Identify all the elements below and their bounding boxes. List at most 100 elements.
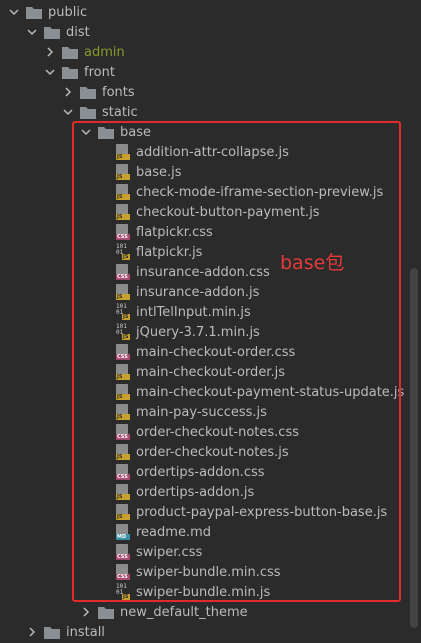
file-item[interactable]: 101 01 JS swiper-bundle.min.js [0, 582, 421, 602]
file-item[interactable]: JS addition-attr-collapse.js [0, 142, 421, 162]
css-file-icon: CSS [116, 344, 130, 360]
js-file-icon: JS [116, 444, 130, 460]
tree-item-new-default-theme[interactable]: new_default_theme [0, 602, 421, 622]
tree-item-label: new_default_theme [120, 604, 248, 620]
file-name: swiper-bundle.min.css [136, 564, 281, 580]
file-item[interactable]: JS product-paypal-express-button-base.js [0, 502, 421, 522]
tree-item-label: install [66, 624, 105, 640]
file-item[interactable]: JS ordertips-addon.js [0, 482, 421, 502]
file-item[interactable]: MD readme.md [0, 522, 421, 542]
file-item[interactable]: CSS swiper-bundle.min.css [0, 562, 421, 582]
scrollbar[interactable] [410, 268, 418, 628]
file-name: main-checkout-order.js [136, 364, 285, 380]
file-name: swiper.css [136, 544, 203, 560]
tree-item-static[interactable]: static [0, 102, 421, 122]
file-name: main-checkout-order.css [136, 344, 296, 360]
js-file-icon: JS [116, 484, 130, 500]
tree-item-public[interactable]: public [0, 2, 421, 22]
folder-icon [62, 65, 78, 79]
css-file-icon: CSS [116, 544, 130, 560]
file-name: insurance-addon.js [136, 284, 260, 300]
js-file-icon: JS [116, 164, 130, 180]
binary-js-file-icon: 101 01 JS [116, 303, 130, 320]
file-item[interactable]: JS main-checkout-payment-status-update.js [0, 382, 421, 402]
file-name: order-checkout-notes.js [136, 444, 289, 460]
file-name: flatpickr.js [136, 244, 203, 260]
tree-item-dist[interactable]: dist [0, 22, 421, 42]
tree-item-fonts[interactable]: fonts [0, 82, 421, 102]
file-name: ordertips-addon.css [136, 464, 265, 480]
file-name: addition-attr-collapse.js [136, 144, 289, 160]
file-name: flatpickr.css [136, 224, 213, 240]
tree-item-label: dist [66, 24, 90, 40]
tree-item-label: admin [84, 44, 125, 60]
tree-item-label: fonts [102, 84, 135, 100]
file-item[interactable]: JS base.js [0, 162, 421, 182]
file-item[interactable]: CSS flatpickr.css [0, 222, 421, 242]
chevron-down-icon[interactable] [26, 26, 38, 38]
js-file-icon: JS [116, 384, 130, 400]
file-item[interactable]: CSS ordertips-addon.css [0, 462, 421, 482]
file-item[interactable]: 101 01 JS jQuery-3.7.1.min.js [0, 322, 421, 342]
chevron-right-icon[interactable] [80, 606, 92, 618]
file-item[interactable]: JS check-mode-iframe-section-preview.js [0, 182, 421, 202]
js-file-icon: JS [116, 184, 130, 200]
chevron-down-icon[interactable] [80, 126, 92, 138]
css-file-icon: CSS [116, 224, 130, 240]
tree-item-admin[interactable]: admin [0, 42, 421, 62]
tree-item-label: front [84, 64, 115, 80]
folder-icon [44, 625, 60, 639]
js-file-icon: JS [116, 204, 130, 220]
tree-item-label: public [48, 4, 88, 20]
file-item[interactable]: 101 01 JS intlTelInput.min.js [0, 302, 421, 322]
js-file-icon: JS [116, 364, 130, 380]
file-item[interactable]: JS checkout-button-payment.js [0, 202, 421, 222]
folder-icon [26, 5, 42, 19]
folder-icon [80, 85, 96, 99]
binary-js-file-icon: 101 01 JS [116, 583, 130, 600]
file-name: readme.md [136, 524, 211, 540]
annotation-label: base包 [280, 252, 345, 274]
chevron-down-icon[interactable] [44, 66, 56, 78]
file-name: insurance-addon.css [136, 264, 270, 280]
folder-icon [98, 605, 114, 619]
file-item[interactable]: CSS insurance-addon.css [0, 262, 421, 282]
file-name: order-checkout-notes.css [136, 424, 299, 440]
file-name: jQuery-3.7.1.min.js [136, 324, 260, 340]
css-file-icon: CSS [116, 464, 130, 480]
file-item[interactable]: JS main-checkout-order.js [0, 362, 421, 382]
file-item[interactable]: JS insurance-addon.js [0, 282, 421, 302]
tree-item-base[interactable]: base [0, 122, 421, 142]
file-item[interactable]: 101 01 JS flatpickr.js [0, 242, 421, 262]
folder-icon [80, 105, 96, 119]
folder-icon [98, 125, 114, 139]
file-name: checkout-button-payment.js [136, 204, 320, 220]
file-name: swiper-bundle.min.js [136, 584, 271, 600]
css-file-icon: CSS [116, 564, 130, 580]
chevron-right-icon[interactable] [62, 86, 74, 98]
folder-icon [44, 25, 60, 39]
chevron-right-icon[interactable] [26, 626, 38, 638]
file-item[interactable]: CSS main-checkout-order.css [0, 342, 421, 362]
js-file-icon: JS [116, 284, 130, 300]
tree-item-label: static [102, 104, 138, 120]
tree-item-install[interactable]: install [0, 622, 421, 642]
markdown-file-icon: MD [116, 524, 130, 540]
file-name: product-paypal-express-button-base.js [136, 504, 388, 520]
file-name: intlTelInput.min.js [136, 304, 251, 320]
css-file-icon: CSS [116, 424, 130, 440]
chevron-down-icon[interactable] [8, 6, 20, 18]
js-file-icon: JS [116, 144, 130, 160]
chevron-down-icon[interactable] [62, 106, 74, 118]
file-name: base.js [136, 164, 182, 180]
js-file-icon: JS [116, 504, 130, 520]
file-item[interactable]: JS order-checkout-notes.js [0, 442, 421, 462]
file-item[interactable]: JS main-pay-success.js [0, 402, 421, 422]
file-item[interactable]: CSS order-checkout-notes.css [0, 422, 421, 442]
chevron-right-icon[interactable] [44, 46, 56, 58]
tree-item-front[interactable]: front [0, 62, 421, 82]
binary-js-file-icon: 101 01 JS [116, 243, 130, 260]
css-file-icon: CSS [116, 264, 130, 280]
file-name: check-mode-iframe-section-preview.js [136, 184, 384, 200]
file-item[interactable]: CSS swiper.css [0, 542, 421, 562]
